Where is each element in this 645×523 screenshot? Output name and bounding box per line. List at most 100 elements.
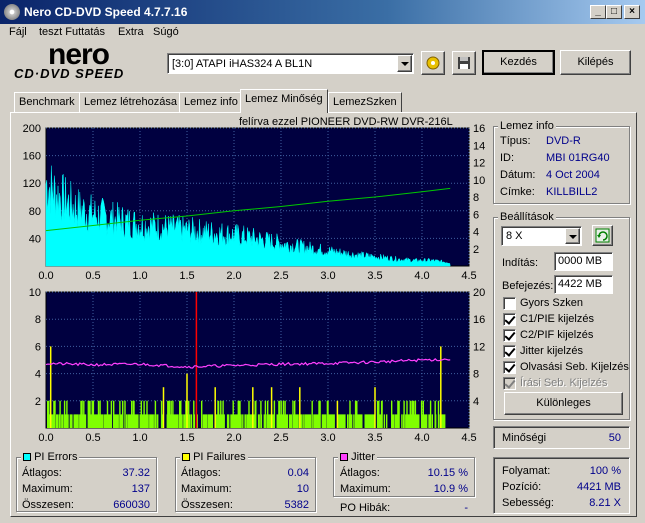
bottom-y-tick: 4: [35, 369, 41, 381]
jitter-max-value: 10.9 %: [433, 483, 468, 495]
tab-disc-scan[interactable]: LemezSzken: [328, 92, 402, 112]
po-errors-value: -: [464, 502, 468, 514]
show-read-speed-label: Olvasási Seb. Kijelzés: [520, 361, 629, 373]
bottom-y-tick-right: 16: [473, 314, 485, 326]
bottom-y-tick: 6: [35, 341, 41, 353]
refresh-drive-button[interactable]: [421, 51, 445, 75]
speed-value: 8.21 X: [589, 497, 621, 509]
menu-run-test[interactable]: teszt Futtatás: [39, 26, 105, 38]
start-position-input[interactable]: 0000 MB: [554, 252, 613, 271]
tab-create-disc[interactable]: Lemez létrehozása: [79, 92, 182, 112]
menu-help[interactable]: Súgó: [153, 26, 179, 38]
minimize-button[interactable]: _: [590, 5, 606, 19]
disc-date-value: 4 Oct 2004: [546, 169, 600, 181]
pi-errors-total-label: Összesen:: [22, 499, 74, 511]
disc-label-label: Címke:: [500, 186, 535, 198]
chevron-down-icon[interactable]: [565, 228, 580, 244]
quick-scan-checkbox[interactable]: [503, 297, 516, 310]
top-y-tick: 200: [23, 123, 41, 135]
jitter-title: Jitter: [351, 451, 375, 463]
position-label: Pozíció:: [502, 481, 542, 493]
bottom-x-tick: 3.5: [367, 432, 382, 444]
bottom-y-tick: 8: [35, 314, 41, 326]
top-y-tick-right: 16: [473, 123, 485, 135]
bottom-x-tick: 2.5: [273, 432, 288, 444]
speed-select[interactable]: 8 X: [501, 226, 582, 246]
maximize-button[interactable]: □: [606, 5, 622, 19]
show-jitter-checkbox[interactable]: [503, 345, 516, 358]
drive-select[interactable]: [3:0] ATAPI iHAS324 A BL1N: [167, 53, 414, 74]
save-button[interactable]: [452, 51, 476, 75]
po-errors-label: PO Hibák:: [340, 502, 391, 514]
end-position-value: 4422 MB: [558, 278, 603, 290]
quality-label: Minőségi: [502, 432, 547, 444]
show-write-speed-checkbox: [503, 377, 516, 390]
pi-failures-title: PI Failures: [193, 451, 246, 463]
top-x-tick: 0.0: [38, 270, 53, 282]
show-write-speed-label: Írási Seb. Kijelzés: [520, 377, 608, 389]
progress-label: Folyamat:: [502, 465, 551, 477]
top-y-tick-right: 2: [473, 244, 479, 256]
app-disc-icon: [4, 4, 20, 20]
exit-button[interactable]: Kilépés: [560, 50, 631, 75]
end-position-input[interactable]: 4422 MB: [554, 275, 613, 294]
chevron-down-icon[interactable]: [397, 55, 412, 72]
drive-select-value: [3:0] ATAPI iHAS324 A BL1N: [172, 58, 313, 70]
pi-failures-avg-label: Átlagos:: [181, 467, 221, 479]
pi-failures-max-label: Maximum:: [181, 483, 232, 495]
show-pie-checkbox[interactable]: [503, 313, 516, 326]
show-pie-label: C1/PIE kijelzés: [520, 313, 594, 325]
close-button[interactable]: ×: [624, 5, 640, 19]
bottom-x-tick: 4.0: [414, 432, 429, 444]
top-y-tick: 40: [29, 233, 41, 245]
top-x-tick: 3.5: [367, 270, 382, 282]
top-x-tick: 0.5: [85, 270, 100, 282]
menu-file[interactable]: Fájl: [9, 26, 27, 38]
bottom-x-tick: 2.0: [226, 432, 241, 444]
bottom-x-tick: 4.5: [461, 432, 476, 444]
charts-area: 200 160 120 80 40 16 14 12 10 8 6 4 2 0.0 0.5 1.0 1.5 2.0…: [23, 123, 486, 444]
bottom-y-tick-right: 12: [473, 341, 485, 353]
bottom-x-tick: 1.5: [179, 432, 194, 444]
pi-failures-avg-value: 0.04: [287, 467, 309, 479]
jitter-max-label: Maximum:: [340, 483, 391, 495]
disc-refresh-icon: [426, 56, 440, 70]
top-x-tick: 4.5: [461, 270, 476, 282]
bottom-y-tick-right: 8: [473, 369, 479, 381]
jitter-swatch: [340, 453, 348, 461]
disc-info-title: Lemez info: [498, 120, 556, 132]
show-read-speed-checkbox[interactable]: [503, 361, 516, 374]
top-x-tick: 2.0: [226, 270, 241, 282]
bottom-y-tick: 10: [29, 287, 41, 299]
menu-extra[interactable]: Extra: [118, 26, 144, 38]
show-pif-checkbox[interactable]: [503, 329, 516, 342]
speed-label: Sebesség:: [502, 497, 554, 509]
tab-disc-info[interactable]: Lemez info: [179, 92, 243, 112]
end-position-label: Befejezés:: [502, 280, 554, 292]
disc-type-value: DVD-R: [546, 135, 581, 147]
advanced-button[interactable]: Különleges: [504, 392, 623, 415]
speed-select-value: 8 X: [506, 230, 523, 242]
top-x-tick: 4.0: [414, 270, 429, 282]
settings-title: Beállítások: [498, 211, 556, 223]
top-y-tick-right: 6: [473, 209, 479, 221]
top-y-tick-right: 4: [473, 227, 479, 239]
start-button[interactable]: Kezdés: [482, 50, 555, 75]
show-jitter-label: Jitter kijelzés: [520, 345, 583, 357]
refresh-speed-button[interactable]: [592, 225, 613, 246]
pi-failures-total-label: Összesen:: [181, 499, 233, 511]
bottom-y-tick-right: 4: [473, 396, 479, 408]
jitter-avg-label: Átlagos:: [340, 467, 380, 479]
disc-date-label: Dátum:: [500, 169, 536, 181]
top-x-tick: 1.5: [179, 270, 194, 282]
progress-value: 100 %: [589, 465, 621, 477]
bottom-x-tick: 0.5: [85, 432, 100, 444]
pi-errors-avg-value: 37.32: [122, 467, 150, 479]
position-value: 4421 MB: [576, 481, 621, 493]
pi-failures-legend: PI Failures: [180, 451, 248, 463]
top-y-tick: 80: [29, 206, 41, 218]
show-pif-label: C2/PIF kijelzés: [520, 329, 594, 341]
tab-disc-quality[interactable]: Lemez Minőség: [240, 89, 328, 113]
tab-benchmark[interactable]: Benchmark: [14, 92, 80, 112]
pi-errors-max-label: Maximum:: [22, 483, 73, 495]
